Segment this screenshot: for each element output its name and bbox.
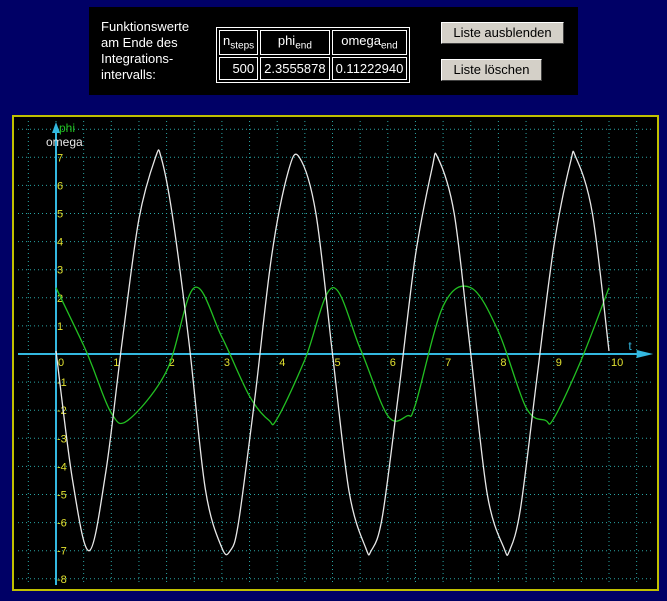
y-tick-label: 1 [57, 321, 63, 333]
results-label: Funktionswerte am Ende des Integrations-… [101, 19, 190, 82]
y-tick-label: 3 [57, 265, 63, 277]
header-phi-end: phiend [260, 30, 330, 55]
clear-list-button[interactable]: Liste löschen [441, 59, 542, 81]
x-tick-label: 0 [58, 357, 64, 369]
y-tick-label: 7 [57, 152, 63, 164]
x-axis-label: t [628, 339, 632, 353]
results-table: nsteps phiend omegaend 500 2.3555878 0.1… [216, 27, 411, 83]
results-panel: Funktionswerte am Ende des Integrations-… [89, 7, 578, 95]
x-tick-label: 6 [390, 357, 396, 369]
x-tick-label: 10 [611, 357, 623, 369]
y-tick-label: 2 [57, 293, 63, 305]
y-tick-label: -5 [57, 490, 67, 502]
y-tick-label: 5 [57, 209, 63, 221]
phase-plot: 0 1 2 3 4 5 6 7 8 9 107654321-1-2-3-4-5-6-7-8tphio… [18, 121, 654, 586]
x-tick-label: 4 [279, 357, 285, 369]
plot-frame: 0 1 2 3 4 5 6 7 8 9 10 7 6 5 4 3 2 1 -1 -2 -3 -4 -5 -6 -7 -8 t phi o… [12, 115, 659, 591]
value-omega-end: 0.11222940 [331, 56, 408, 80]
x-tick-label: 3 [224, 357, 230, 369]
y-tick-label: -1 [57, 377, 67, 389]
y-tick-label: -3 [57, 433, 67, 445]
x-tick-label: 5 [335, 357, 341, 369]
y-axis-label-omega: omega [46, 135, 83, 149]
x-tick-label: 9 [556, 357, 562, 369]
header-omega-end: omegaend [331, 30, 408, 55]
header-nsteps: nsteps [219, 30, 259, 55]
y-tick-label: 4 [57, 237, 63, 249]
y-tick-label: 6 [57, 180, 63, 192]
y-tick-label: -7 [57, 546, 67, 558]
hide-list-button[interactable]: Liste ausblenden [441, 22, 564, 44]
x-tick-label: 7 [445, 357, 451, 369]
y-tick-label: -6 [57, 518, 67, 530]
x-axis-arrow [636, 350, 654, 358]
x-tick-label: 8 [500, 357, 506, 369]
y-tick-label: -2 [57, 405, 67, 417]
y-tick-label: -8 [57, 574, 67, 586]
value-phi-end: 2.3555878 [260, 56, 330, 80]
y-axis-label-phi: phi [59, 121, 75, 135]
value-nsteps: 500 [219, 56, 259, 80]
y-tick-label: -4 [57, 461, 67, 473]
